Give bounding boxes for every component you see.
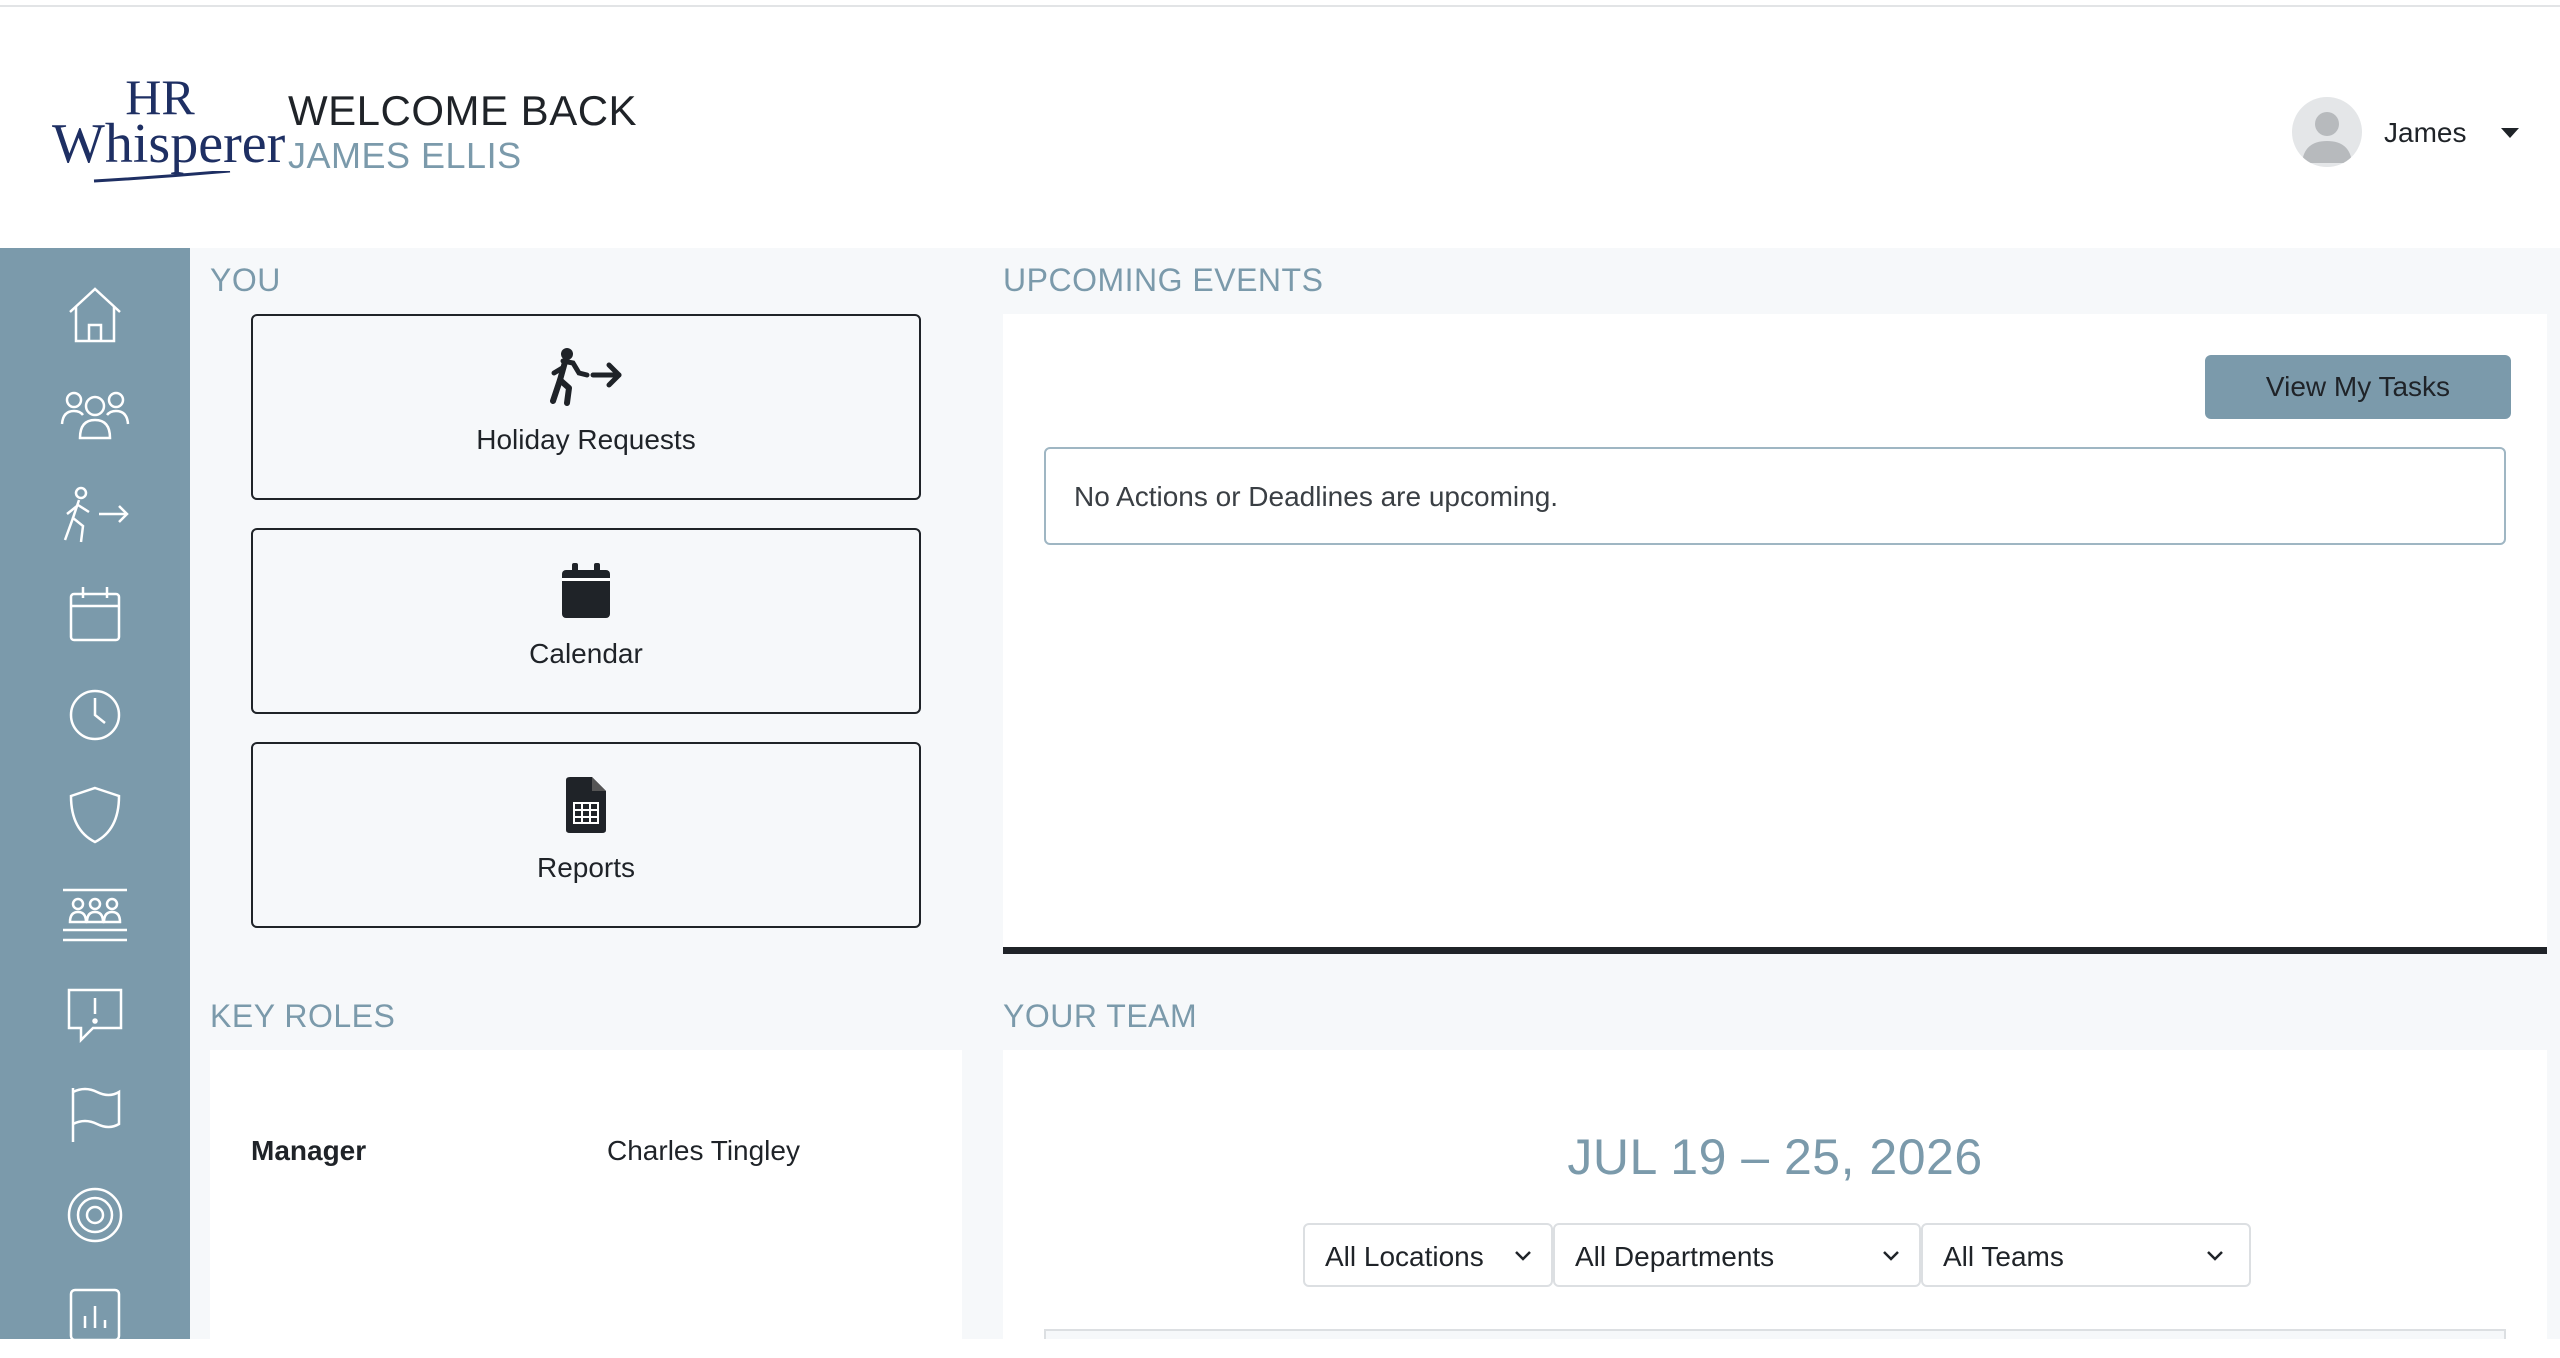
sidebar-item-teams[interactable] [52,872,138,958]
user-menu[interactable]: James [2292,97,2532,169]
caret-down-icon[interactable] [2500,127,2520,139]
calendar-icon [562,563,610,618]
role-value-manager[interactable]: Charles Tingley [607,1135,800,1167]
page-header: HR Whisperer WELCOME BACK JAMES ELLIS Ja… [0,7,2560,248]
chevron-down-icon [2207,1251,2223,1261]
clock-icon [69,689,121,741]
hr-whisperer-logo[interactable]: HR Whisperer [52,72,286,193]
tile-label: Calendar [529,638,643,669]
user-avatar-icon [2302,112,2352,163]
key-roles-title: KEY ROLES [210,998,396,1034]
calendar-icon [69,587,121,642]
role-label-manager: Manager [251,1135,367,1166]
user-menu-name[interactable]: James [2384,117,2466,149]
location-filter-value: All Locations [1325,1241,1484,1272]
chevron-down-icon [1883,1251,1899,1261]
sidebar-item-timesheet[interactable] [52,672,138,758]
key-roles-panel: Manager Charles Tingley [210,1050,962,1339]
holiday-requests-tile[interactable]: Holiday Requests [251,314,921,500]
team-group-icon [63,888,127,942]
sidebar-item-flags[interactable] [52,1072,138,1158]
week-date-range: JUL 19 – 25, 2026 [1567,1129,1983,1185]
sidebar-item-goals[interactable] [52,1172,138,1258]
sidebar-item-people[interactable] [52,372,138,458]
welcome-heading: WELCOME BACK [288,87,638,134]
sidebar-item-security[interactable] [52,772,138,858]
team-filter-select[interactable]: All Teams [1921,1223,2251,1287]
alert-message-icon [67,988,123,1044]
location-filter-select[interactable]: All Locations [1303,1223,1553,1287]
flag-icon [71,1087,121,1142]
sidebar [0,248,190,1342]
chevron-down-icon [1515,1251,1531,1261]
your-team-title: YOUR TEAM [1003,998,1198,1034]
team-calendar-grid [1044,1329,2506,1339]
view-my-tasks-button[interactable]: View My Tasks [2205,355,2511,419]
sidebar-item-calendar[interactable] [52,572,138,658]
tile-icon-wrap [253,770,919,840]
tile-icon-wrap [253,556,919,626]
tile-label: Holiday Requests [476,424,696,455]
avatar[interactable] [2292,97,2362,167]
tile-label: Reports [536,852,636,883]
department-filter-select[interactable]: All Departments [1553,1223,1921,1287]
sidebar-item-home[interactable] [52,272,138,358]
calendar-tile[interactable]: Calendar [251,528,921,714]
sidebar-item-reports[interactable] [52,1272,138,1358]
upcoming-events-title: UPCOMING EVENTS [1003,262,1324,298]
you-section-title: YOU [210,262,281,298]
logo-line-2: Whisperer [52,113,286,175]
spreadsheet-icon [566,777,606,833]
user-fullname: JAMES ELLIS [288,135,522,176]
walking-out-icon [550,348,622,406]
department-filter-value: All Departments [1575,1241,1775,1272]
upcoming-events-panel: View My Tasks No Actions or Deadlines ar… [1003,314,2547,954]
tile-icon-wrap [253,342,919,412]
home-icon [69,287,121,343]
events-empty-state: No Actions or Deadlines are upcoming. [1044,447,2506,545]
empty-events-message: No Actions or Deadlines are upcoming. [1074,481,1559,512]
shield-icon [69,786,121,844]
sidebar-item-alerts[interactable] [52,972,138,1058]
team-filter-value: All Teams [1943,1241,2064,1272]
target-icon [67,1187,123,1243]
your-team-panel: JUL 19 – 25, 2026 All Locations All Depa… [1003,1050,2547,1339]
walking-out-icon [63,486,129,543]
logo-swoosh-icon [93,171,231,183]
reports-tile[interactable]: Reports [251,742,921,928]
top-border [0,0,2560,7]
sidebar-item-holiday[interactable] [52,472,138,558]
bar-chart-icon [69,1288,121,1342]
people-icon [60,391,130,440]
